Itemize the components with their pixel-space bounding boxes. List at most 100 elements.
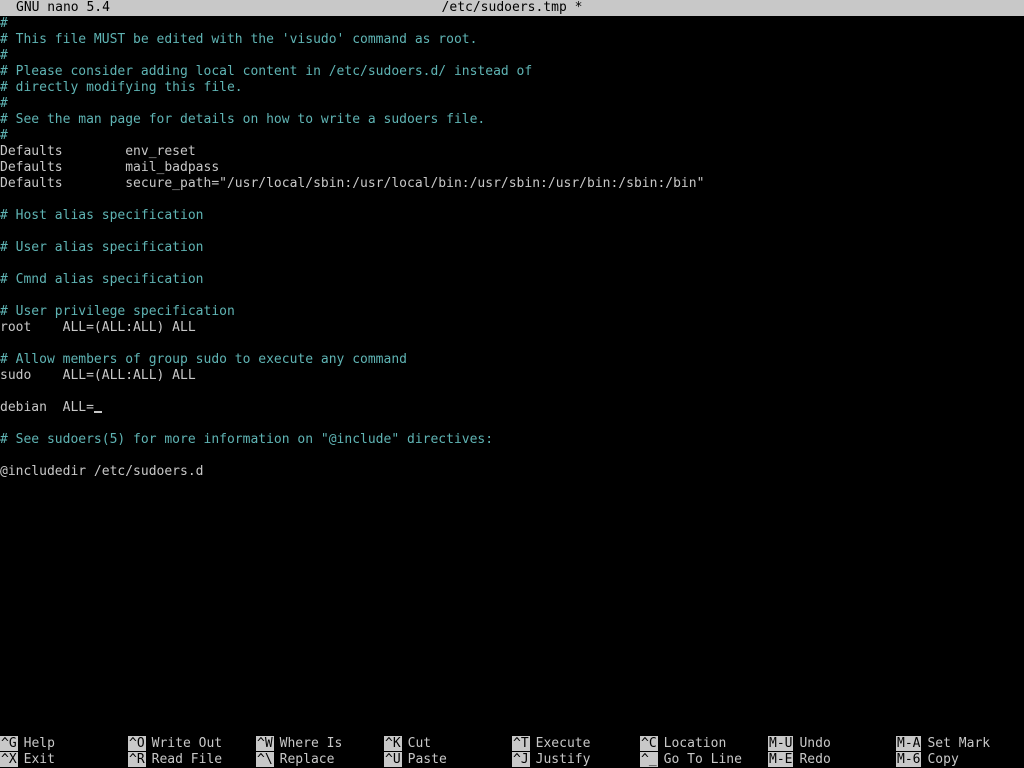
shortcut-label: Redo — [799, 752, 831, 767]
editor-line[interactable]: # — [0, 96, 1024, 112]
editor-line[interactable] — [0, 256, 1024, 272]
shortcut-label: Help — [23, 736, 55, 751]
shortcut-justify[interactable]: ^J Justify — [512, 752, 590, 768]
shortcut-exit[interactable]: ^X Exit — [0, 752, 55, 768]
shortcut-key: ^_ — [640, 752, 658, 767]
editor-line[interactable]: # This file MUST be edited with the 'vis… — [0, 32, 1024, 48]
shortcut-paste[interactable]: ^U Paste — [384, 752, 447, 768]
editor-line[interactable] — [0, 192, 1024, 208]
shortcut-bar: ^G Help ^X Exit ^O Write Out ^R Read File ^W Wher… — [0, 736, 1024, 768]
editor-line[interactable]: # User privilege specification — [0, 304, 1024, 320]
editor-line[interactable]: root ALL=(ALL:ALL) ALL — [0, 320, 1024, 336]
shortcut-set-mark[interactable]: M-A Set Mark — [896, 736, 990, 752]
shortcut-label: Write Out — [151, 736, 223, 751]
text-cursor — [93, 411, 102, 413]
shortcut-key: ^W — [256, 736, 274, 751]
shortcut-help[interactable]: ^G Help — [0, 736, 55, 752]
line-text: sudo ALL=(ALL:ALL) ALL — [0, 368, 196, 383]
shortcut-key: ^R — [128, 752, 146, 767]
editor-line[interactable]: # Cmnd alias specification — [0, 272, 1024, 288]
line-text: # User privilege specification — [0, 304, 235, 319]
shortcut-key: M-6 — [896, 752, 922, 767]
shortcut-label: Undo — [799, 736, 831, 751]
shortcut-read-file[interactable]: ^R Read File — [128, 752, 222, 768]
line-text: # — [0, 128, 8, 143]
shortcut-key: ^C — [640, 736, 658, 751]
shortcut-label: Execute — [535, 736, 591, 751]
shortcut-write-out[interactable]: ^O Write Out — [128, 736, 222, 752]
shortcut-key: M-U — [768, 736, 794, 751]
editor-line[interactable]: # Please consider adding local content i… — [0, 64, 1024, 80]
shortcut-key: ^\ — [256, 752, 274, 767]
file-name: /etc/sudoers.tmp * — [441, 0, 583, 15]
shortcut-key: M-A — [896, 736, 922, 751]
shortcut-label: Location — [663, 736, 727, 751]
line-text: # This file MUST be edited with the 'vis… — [0, 32, 478, 47]
shortcut-label: Where Is — [279, 736, 343, 751]
line-text: root ALL=(ALL:ALL) ALL — [0, 320, 196, 335]
editor-line[interactable]: # Host alias specification — [0, 208, 1024, 224]
line-text: # directly modifying this file. — [0, 80, 243, 95]
shortcut-key: M-E — [768, 752, 794, 767]
editor-line[interactable]: sudo ALL=(ALL:ALL) ALL — [0, 368, 1024, 384]
editor-line-current[interactable]: debian ALL= — [0, 400, 1024, 416]
shortcut-label: Go To Line — [663, 752, 742, 767]
editor-line[interactable]: # See sudoers(5) for more information on… — [0, 432, 1024, 448]
editor-line[interactable]: # Allow members of group sudo to execute… — [0, 352, 1024, 368]
editor-line[interactable] — [0, 384, 1024, 400]
editor-area[interactable]: # # This file MUST be edited with the 'vi… — [0, 16, 1024, 728]
editor-line[interactable] — [0, 448, 1024, 464]
shortcut-undo[interactable]: M-U Undo — [768, 736, 831, 752]
editor-line[interactable]: # — [0, 48, 1024, 64]
line-text: Defaults secure_path="/usr/local/sbin:/u… — [0, 176, 705, 191]
editor-line[interactable]: Defaults secure_path="/usr/local/sbin:/u… — [0, 176, 1024, 192]
line-text: Defaults mail_badpass — [0, 160, 220, 175]
line-text: # — [0, 48, 8, 63]
editor-line[interactable]: Defaults mail_badpass — [0, 160, 1024, 176]
title-bar: GNU nano 5.4 /etc/sudoers.tmp * — [0, 0, 1024, 16]
editor-line[interactable]: @includedir /etc/sudoers.d — [0, 464, 1024, 480]
shortcut-label: Read File — [151, 752, 223, 767]
shortcut-key: ^J — [512, 752, 530, 767]
editor-line[interactable]: # — [0, 128, 1024, 144]
line-text: # See sudoers(5) for more information on… — [0, 432, 494, 447]
line-text: # User alias specification — [0, 240, 204, 255]
line-text: # See the man page for details on how to… — [0, 112, 486, 127]
line-text: # Host alias specification — [0, 208, 204, 223]
shortcut-label: Copy — [927, 752, 959, 767]
editor-line[interactable]: # See the man page for details on how to… — [0, 112, 1024, 128]
shortcut-label: Cut — [407, 736, 432, 751]
shortcut-replace[interactable]: ^\ Replace — [256, 752, 334, 768]
shortcut-label: Justify — [535, 752, 591, 767]
shortcut-where-is[interactable]: ^W Where Is — [256, 736, 342, 752]
shortcut-label: Replace — [279, 752, 335, 767]
line-text: debian ALL= — [0, 400, 94, 415]
editor-line[interactable] — [0, 224, 1024, 240]
editor-line[interactable]: # directly modifying this file. — [0, 80, 1024, 96]
shortcut-label: Paste — [407, 752, 447, 767]
editor-line[interactable]: # — [0, 16, 1024, 32]
shortcut-cut[interactable]: ^K Cut — [384, 736, 431, 752]
line-text: # — [0, 96, 8, 111]
editor-line[interactable] — [0, 416, 1024, 432]
line-text: # Cmnd alias specification — [0, 272, 204, 287]
shortcut-key: ^K — [384, 736, 402, 751]
line-text: # — [0, 16, 8, 31]
line-text: # Allow members of group sudo to execute… — [0, 352, 407, 367]
shortcut-label: Set Mark — [927, 736, 991, 751]
shortcut-key: ^T — [512, 736, 530, 751]
line-text: @includedir /etc/sudoers.d — [0, 464, 204, 479]
shortcut-execute[interactable]: ^T Execute — [512, 736, 590, 752]
shortcut-location[interactable]: ^C Location — [640, 736, 726, 752]
shortcut-key: ^U — [384, 752, 402, 767]
editor-line[interactable]: Defaults env_reset — [0, 144, 1024, 160]
shortcut-go-to-line[interactable]: ^_ Go To Line — [640, 752, 742, 768]
line-text: # Please consider adding local content i… — [0, 64, 533, 79]
shortcut-redo[interactable]: M-E Redo — [768, 752, 831, 768]
editor-line[interactable] — [0, 336, 1024, 352]
editor-line[interactable] — [0, 288, 1024, 304]
shortcut-label: Exit — [23, 752, 55, 767]
shortcut-key: ^G — [0, 736, 18, 751]
editor-line[interactable]: # User alias specification — [0, 240, 1024, 256]
shortcut-copy[interactable]: M-6 Copy — [896, 752, 959, 768]
